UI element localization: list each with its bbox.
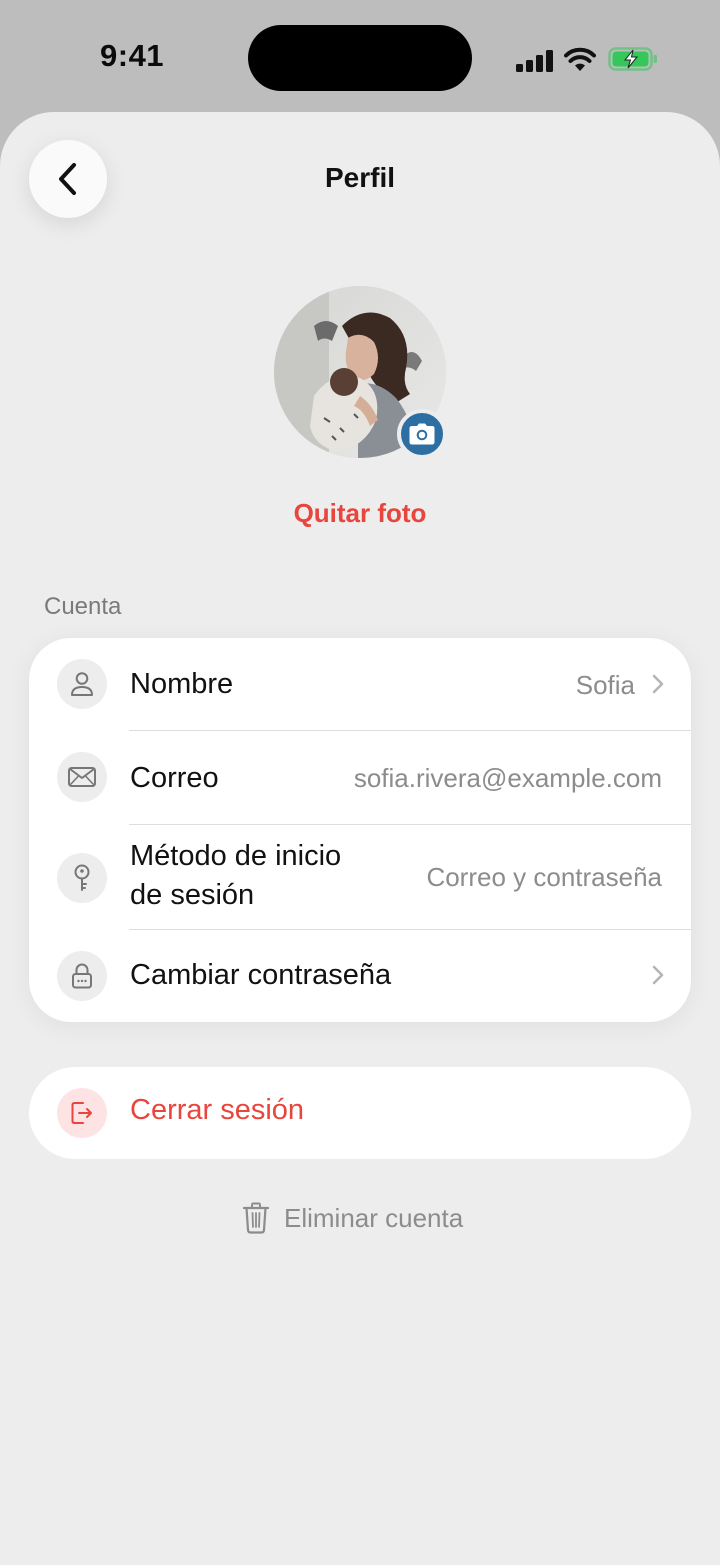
- chevron-right-icon: [652, 674, 664, 694]
- status-bar: 9:41: [0, 0, 720, 110]
- envelope-icon: [57, 752, 107, 802]
- row-label: Cambiar contraseña: [130, 959, 392, 991]
- cellular-signal-icon: [516, 50, 553, 72]
- lock-icon: [57, 951, 107, 1001]
- logout-label: Cerrar sesión: [130, 1094, 305, 1126]
- avatar-container[interactable]: [274, 286, 447, 459]
- logout-icon: [57, 1088, 107, 1138]
- key-icon: [57, 853, 107, 903]
- account-row-name[interactable]: Nombre Sofia: [29, 638, 691, 730]
- row-label: Correo: [130, 762, 219, 794]
- status-time: 9:41: [100, 38, 165, 73]
- section-label-account: Cuenta: [44, 593, 122, 620]
- delete-account-label: Eliminar cuenta: [284, 1202, 464, 1233]
- change-photo-button[interactable]: [397, 409, 447, 459]
- row-label-continued: de sesión: [130, 879, 255, 911]
- chevron-right-icon: [652, 965, 664, 985]
- camera-icon: [409, 423, 435, 445]
- row-label: Método de inicio: [130, 840, 342, 872]
- page-title: Perfil: [324, 162, 396, 193]
- account-row-email: Correo sofia.rivera@example.com: [29, 731, 691, 824]
- row-value: sofia.rivera@example.com: [353, 763, 662, 793]
- row-label: Nombre: [130, 668, 234, 700]
- dynamic-island: [248, 25, 472, 91]
- account-card: Nombre Sofia Correo sofia.rivera@example…: [29, 638, 691, 1022]
- delete-account-button[interactable]: Eliminar cuenta: [242, 1200, 463, 1236]
- row-value: Correo y contraseña: [426, 862, 662, 892]
- account-row-change-password[interactable]: Cambiar contraseña: [29, 930, 691, 1022]
- trash-icon: [242, 1202, 270, 1234]
- person-icon: [57, 659, 107, 709]
- battery-charging-icon: [608, 47, 657, 71]
- logout-button[interactable]: Cerrar sesión: [29, 1067, 691, 1159]
- remove-photo-button[interactable]: Quitar foto: [0, 498, 720, 529]
- wifi-icon: [564, 47, 596, 71]
- account-row-sign-in-method: Método de inicio de sesión Correo y cont…: [29, 825, 691, 929]
- row-value: Sofia: [575, 670, 635, 700]
